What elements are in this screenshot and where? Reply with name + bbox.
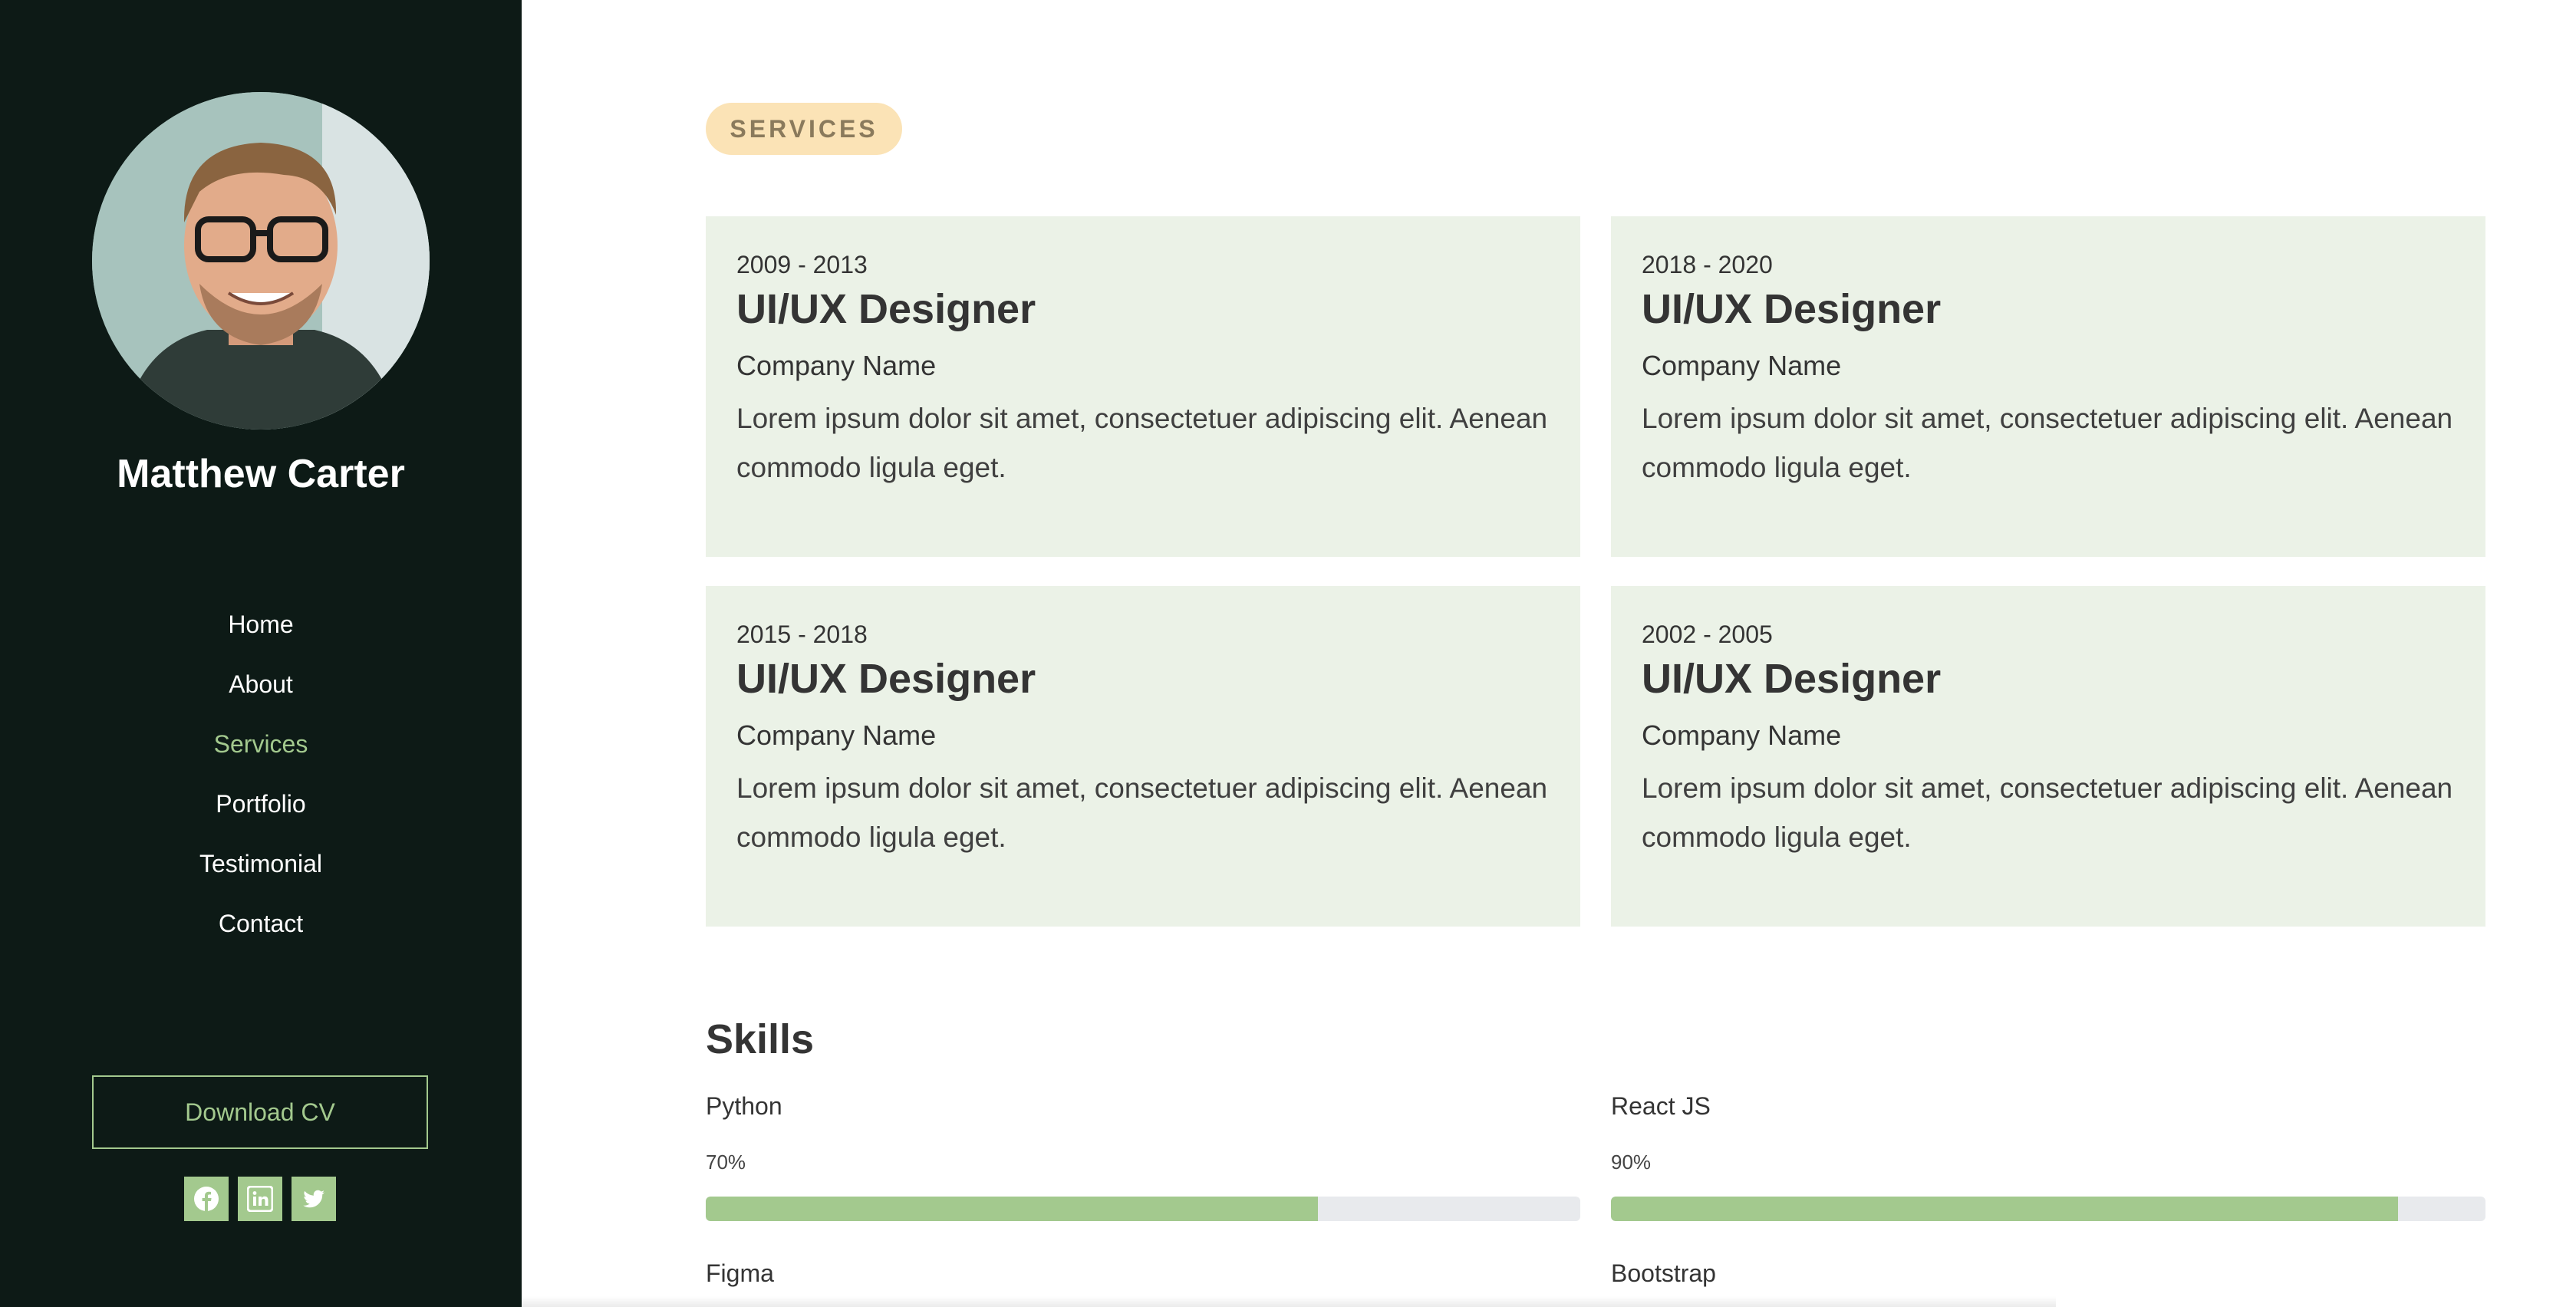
nav-testimonial[interactable]: Testimonial [0, 844, 522, 904]
skill-name: Python [706, 1092, 782, 1120]
nav-services[interactable]: Services [0, 724, 522, 784]
main-nav: Home About Services Portfolio Testimonia… [0, 604, 522, 963]
service-title: UI/UX Designer [736, 286, 1036, 332]
service-description: Lorem ipsum dolor sit amet, consectetuer… [1642, 772, 2453, 853]
service-card: 2002 - 2005 UI/UX Designer Company Name … [1611, 586, 2485, 927]
skill-python: Python 70% [706, 1089, 1580, 1221]
section-badge-services: SERVICES [706, 103, 902, 155]
skill-progress-fill [706, 1197, 1318, 1221]
service-company: Company Name [736, 719, 937, 751]
nav-about[interactable]: About [0, 664, 522, 724]
download-cv-button[interactable]: Download CV [92, 1075, 428, 1149]
profile-photo [92, 92, 430, 430]
service-company: Company Name [1642, 350, 1842, 381]
service-title: UI/UX Designer [736, 656, 1036, 702]
linkedin-link[interactable] [238, 1177, 282, 1221]
service-years: 2002 - 2005 [1642, 621, 1773, 648]
service-description: Lorem ipsum dolor sit amet, consectetuer… [736, 772, 1548, 853]
skill-progress-fill [1611, 1197, 2398, 1221]
service-title: UI/UX Designer [1642, 286, 1942, 332]
skills-heading: Skills [706, 1016, 815, 1062]
service-years: 2009 - 2013 [736, 251, 868, 278]
social-links [184, 1177, 336, 1221]
nav-portfolio[interactable]: Portfolio [0, 784, 522, 844]
service-description: Lorem ipsum dolor sit amet, consectetuer… [736, 403, 1548, 483]
service-card: 2009 - 2013 UI/UX Designer Company Name … [706, 216, 1580, 557]
nav-contact[interactable]: Contact [0, 904, 522, 963]
skill-name: React JS [1611, 1092, 1711, 1120]
service-years: 2018 - 2020 [1642, 251, 1773, 278]
twitter-icon [303, 1190, 324, 1208]
avatar [92, 92, 430, 430]
service-title: UI/UX Designer [1642, 656, 1942, 702]
service-company: Company Name [736, 350, 937, 381]
skill-progress-track [1611, 1197, 2485, 1221]
twitter-link[interactable] [292, 1177, 336, 1221]
service-card: 2015 - 2018 UI/UX Designer Company Name … [706, 586, 1580, 927]
skill-figma: Figma [706, 1259, 774, 1287]
sidebar: Matthew Carter Home About Services Portf… [0, 0, 522, 1307]
linkedin-icon [247, 1186, 273, 1212]
service-company: Company Name [1642, 719, 1842, 751]
skill-percent: 90% [1611, 1151, 1652, 1174]
service-card: 2018 - 2020 UI/UX Designer Company Name … [1611, 216, 2485, 557]
scroll-shadow [522, 1296, 2056, 1307]
facebook-icon [194, 1187, 219, 1211]
profile-name: Matthew Carter [117, 452, 405, 496]
skill-react-js: React JS 90% [1611, 1089, 2485, 1221]
nav-home[interactable]: Home [0, 604, 522, 664]
service-description: Lorem ipsum dolor sit amet, consectetuer… [1642, 403, 2453, 483]
facebook-link[interactable] [184, 1177, 229, 1221]
skill-bootstrap: Bootstrap [1611, 1259, 1716, 1287]
skill-progress-track [706, 1197, 1580, 1221]
skill-percent: 70% [706, 1151, 746, 1174]
service-years: 2015 - 2018 [736, 621, 868, 648]
